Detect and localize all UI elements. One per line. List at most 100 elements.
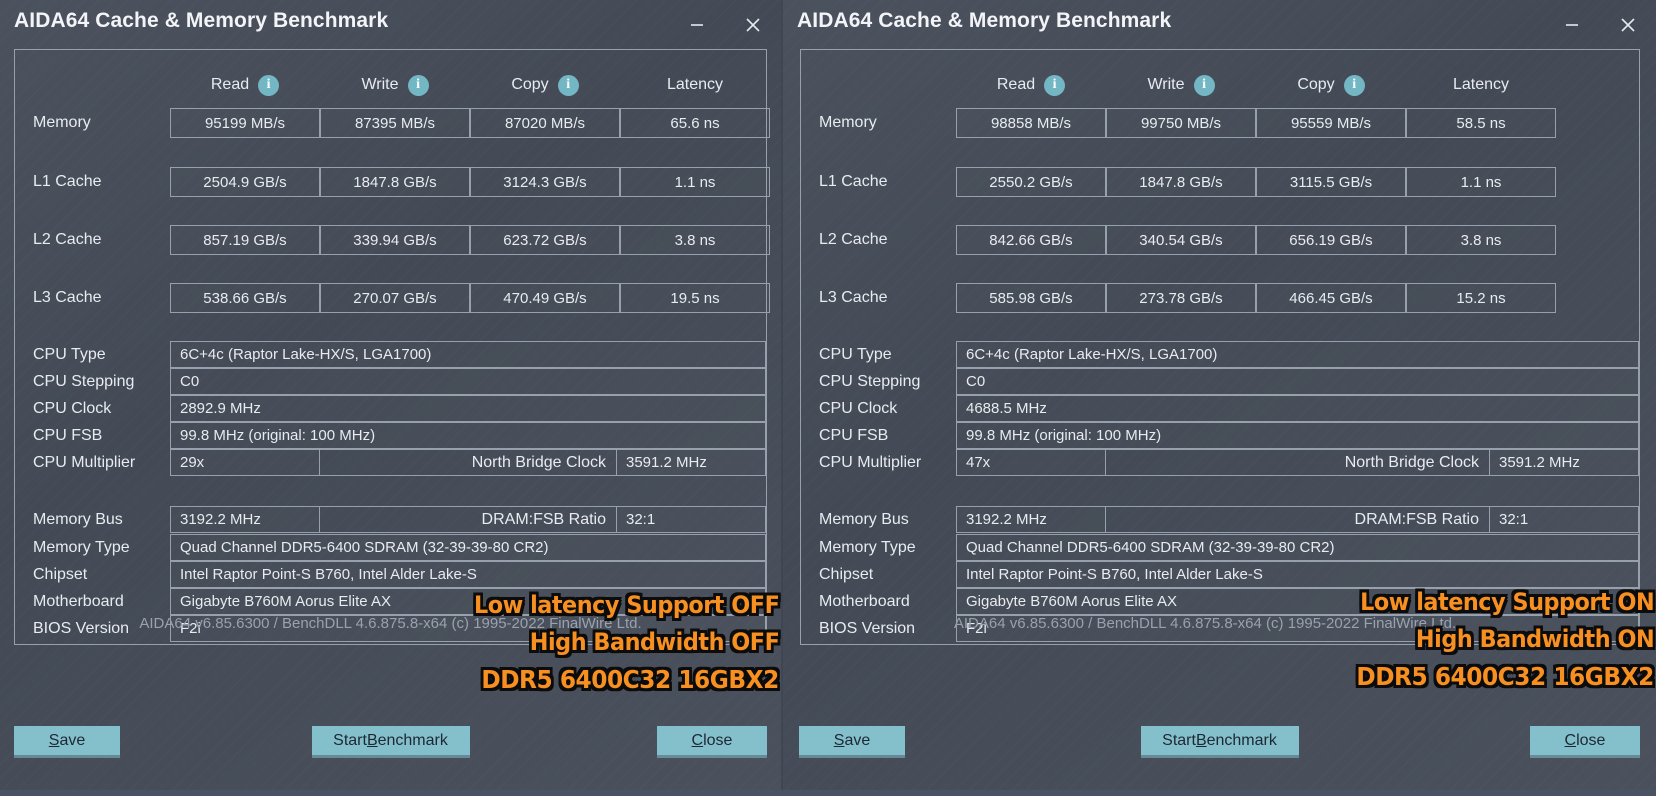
label-cpu-clock-right: CPU Clock	[819, 399, 898, 417]
info-icon-copy-right[interactable]: i	[1343, 74, 1365, 96]
label-dram-fsb-ratio-right: DRAM:FSB Ratio	[1106, 506, 1489, 533]
label-north-bridge-clock: North Bridge Clock	[320, 449, 616, 476]
cell-l1-write: 1847.8 GB/s	[320, 167, 470, 197]
label-cpu-type: CPU Type	[33, 345, 106, 363]
header-spacer-right	[801, 72, 956, 98]
value-north-bridge-clock: 3591.2 MHz	[616, 449, 766, 476]
cell-l1-latency: 1.1 ns	[620, 167, 770, 197]
label-memory-bus-right: Memory Bus	[819, 510, 909, 528]
cell-l1-write-right: 1847.8 GB/s	[1106, 167, 1256, 197]
close-icon	[746, 17, 760, 32]
titlebar-left[interactable]: AIDA64 Cache & Memory Benchmark	[0, 0, 781, 49]
label-motherboard-right: Motherboard	[819, 592, 910, 610]
info-row-cpu-multiplier: CPU Multiplier 29x North Bridge Clock 35…	[15, 449, 766, 476]
cell-l3-read: 538.66 GB/s	[170, 283, 320, 313]
info-row-cpu-fsb: CPU FSB 99.8 MHz (original: 100 MHz)	[15, 422, 766, 449]
close-button-bottom-right[interactable]: Close	[1530, 726, 1640, 755]
annotation-low-latency: Low latency Support OFF	[473, 591, 780, 619]
column-write-label-right: Write	[1147, 76, 1185, 93]
value-cpu-fsb-right: 99.8 MHz (original: 100 MHz)	[956, 422, 1639, 449]
info-icon-read-right[interactable]: i	[1044, 74, 1066, 96]
header-spacer	[15, 72, 170, 98]
cell-l3-latency-right: 15.2 ns	[1406, 283, 1556, 313]
value-chipset-right: Intel Raptor Point-S B760, Intel Alder L…	[956, 561, 1639, 588]
button-bar-left: Save Start Benchmark Close	[0, 710, 781, 790]
label-cpu-stepping-right: CPU Stepping	[819, 372, 921, 390]
minimize-icon	[1566, 23, 1578, 26]
info-row-cpu-fsb-right: CPU FSB 99.8 MHz (original: 100 MHz)	[801, 422, 1639, 449]
cell-l3-write: 270.07 GB/s	[320, 283, 470, 313]
cell-l3-read-right: 585.98 GB/s	[956, 283, 1106, 313]
save-button-right[interactable]: Save	[799, 726, 905, 755]
info-row-cpu-clock-right: CPU Clock 4688.5 MHz	[801, 395, 1639, 422]
column-latency: Latency	[620, 72, 770, 98]
benchmark-header: Read i Write i Copy i Latency	[15, 72, 766, 98]
table-row-memory: Memory 95199 MB/s 87395 MB/s 87020 MB/s …	[15, 107, 770, 139]
row-label-memory: Memory	[33, 114, 91, 131]
save-button[interactable]: Save	[14, 726, 120, 755]
cell-l1-latency-right: 1.1 ns	[1406, 167, 1556, 197]
close-icon	[1621, 17, 1635, 32]
annotation-high-bandwidth-right: High Bandwidth ON	[1415, 625, 1655, 653]
cell-l2-copy: 623.72 GB/s	[470, 225, 620, 255]
start-benchmark-button[interactable]: Start Benchmark	[311, 726, 470, 755]
label-chipset: Chipset	[33, 565, 88, 583]
start-label-pre: Start	[333, 731, 367, 749]
start-benchmark-button-right[interactable]: Start Benchmark	[1140, 726, 1299, 755]
value-cpu-stepping: C0	[170, 368, 766, 395]
label-chipset-right: Chipset	[819, 565, 874, 583]
start-label-post: enchmark	[377, 731, 448, 749]
value-dram-fsb-ratio-right: 32:1	[1489, 506, 1639, 533]
cell-l2-latency-right: 3.8 ns	[1406, 225, 1556, 255]
minimize-button-right[interactable]	[1544, 0, 1600, 49]
row-label-memory-right: Memory	[819, 114, 877, 131]
row-label-l1: L1 Cache	[33, 173, 102, 190]
label-north-bridge-clock-right: North Bridge Clock	[1106, 449, 1489, 476]
column-write-right: Write i	[1106, 72, 1256, 98]
value-cpu-clock-right: 4688.5 MHz	[956, 395, 1639, 422]
cell-l1-copy-right: 3115.5 GB/s	[1256, 167, 1406, 197]
column-latency-label-right: Latency	[1452, 76, 1510, 93]
value-dram-fsb-ratio: 32:1	[616, 506, 766, 533]
label-memory-bus: Memory Bus	[33, 510, 123, 528]
info-row-memory-bus-right: Memory Bus 3192.2 MHz DRAM:FSB Ratio 32:…	[801, 506, 1639, 533]
close-button-right[interactable]	[1600, 0, 1656, 49]
aida64-window-left[interactable]: AIDA64 Cache & Memory Benchmark Read i W…	[0, 0, 781, 790]
column-copy-label: Copy	[511, 76, 549, 93]
label-cpu-clock: CPU Clock	[33, 399, 112, 417]
column-read-label: Read	[210, 76, 250, 93]
value-memory-bus-right: 3192.2 MHz	[956, 506, 1106, 533]
save-label-post: ave	[59, 731, 86, 749]
info-icon-read[interactable]: i	[258, 74, 280, 96]
cell-l1-read-right: 2550.2 GB/s	[956, 167, 1106, 197]
start-accel: B	[366, 731, 378, 749]
close-accel-right: C	[1564, 731, 1577, 749]
label-dram-fsb-ratio: DRAM:FSB Ratio	[320, 506, 616, 533]
info-icon-copy[interactable]: i	[557, 74, 579, 96]
annotation-memory-kit: DDR5 6400C32 16GBX2	[481, 665, 780, 694]
info-icon-write-right[interactable]: i	[1193, 74, 1215, 96]
column-read: Read i	[170, 72, 320, 98]
cell-l1-read: 2504.9 GB/s	[170, 167, 320, 197]
table-row-l1: L1 Cache 2504.9 GB/s 1847.8 GB/s 3124.3 …	[15, 166, 770, 198]
info-row-memory-type-right: Memory Type Quad Channel DDR5-6400 SDRAM…	[801, 534, 1639, 561]
label-cpu-multiplier-right: CPU Multiplier	[819, 453, 922, 471]
value-memory-type: Quad Channel DDR5-6400 SDRAM (32-39-39-8…	[170, 534, 766, 561]
column-copy-right: Copy i	[1256, 72, 1406, 98]
close-button[interactable]	[725, 0, 781, 49]
titlebar-right[interactable]: AIDA64 Cache & Memory Benchmark	[783, 0, 1656, 49]
info-row-chipset: Chipset Intel Raptor Point-S B760, Intel…	[15, 561, 766, 588]
label-cpu-multiplier: CPU Multiplier	[33, 453, 136, 471]
start-label-post-right: enchmark	[1206, 731, 1277, 749]
close-button-bottom[interactable]: Close	[657, 726, 767, 755]
minimize-button[interactable]	[669, 0, 725, 49]
cell-l3-copy: 470.49 GB/s	[470, 283, 620, 313]
column-read-right: Read i	[956, 72, 1106, 98]
info-row-cpu-stepping-right: CPU Stepping C0	[801, 368, 1639, 395]
aida64-window-right[interactable]: AIDA64 Cache & Memory Benchmark Read i W…	[783, 0, 1656, 790]
value-cpu-multiplier: 29x	[170, 449, 320, 476]
cell-memory-write-right: 99750 MB/s	[1106, 108, 1256, 138]
cell-memory-read: 95199 MB/s	[170, 108, 320, 138]
cell-memory-read-right: 98858 MB/s	[956, 108, 1106, 138]
info-icon-write[interactable]: i	[407, 74, 429, 96]
